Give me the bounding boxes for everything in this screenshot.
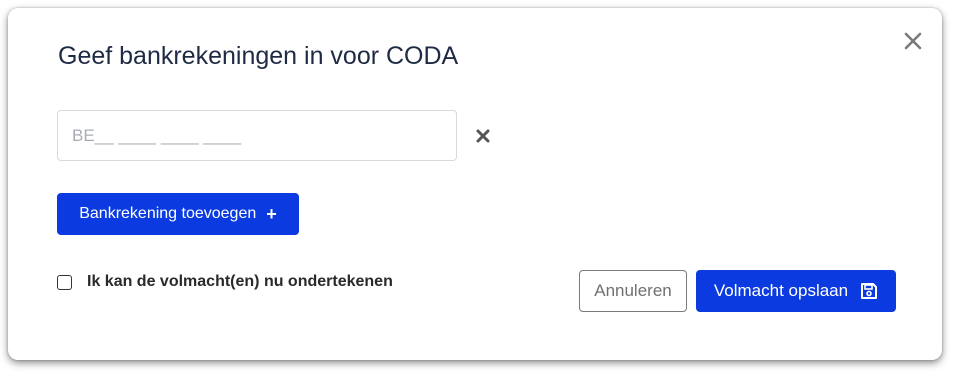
save-icon	[861, 283, 878, 299]
save-mandate-label: Volmacht opslaan	[713, 281, 849, 300]
add-bank-account-button[interactable]: Bankrekening toevoegen +	[57, 193, 299, 235]
sign-now-checkbox[interactable]	[57, 274, 72, 290]
close-button[interactable]	[902, 30, 924, 52]
add-bank-account-label: Bankrekening toevoegen	[79, 205, 257, 222]
remove-iban-button[interactable]	[474, 127, 492, 145]
sign-now-label[interactable]: Ik kan de volmacht(en) nu ondertekenen	[87, 273, 393, 291]
coda-dialog: Geef bankrekeningen in voor CODA Bankrek…	[8, 8, 942, 360]
close-icon	[904, 32, 922, 50]
iban-input[interactable]	[57, 110, 457, 161]
plus-icon: +	[266, 204, 277, 224]
save-mandate-button[interactable]: Volmacht opslaan	[696, 270, 896, 312]
sign-option-row: Ik kan de volmacht(en) nu ondertekenen	[57, 273, 393, 291]
remove-icon	[476, 129, 490, 143]
cancel-button[interactable]: Annuleren	[579, 270, 687, 312]
dialog-title: Geef bankrekeningen in voor CODA	[58, 42, 459, 70]
